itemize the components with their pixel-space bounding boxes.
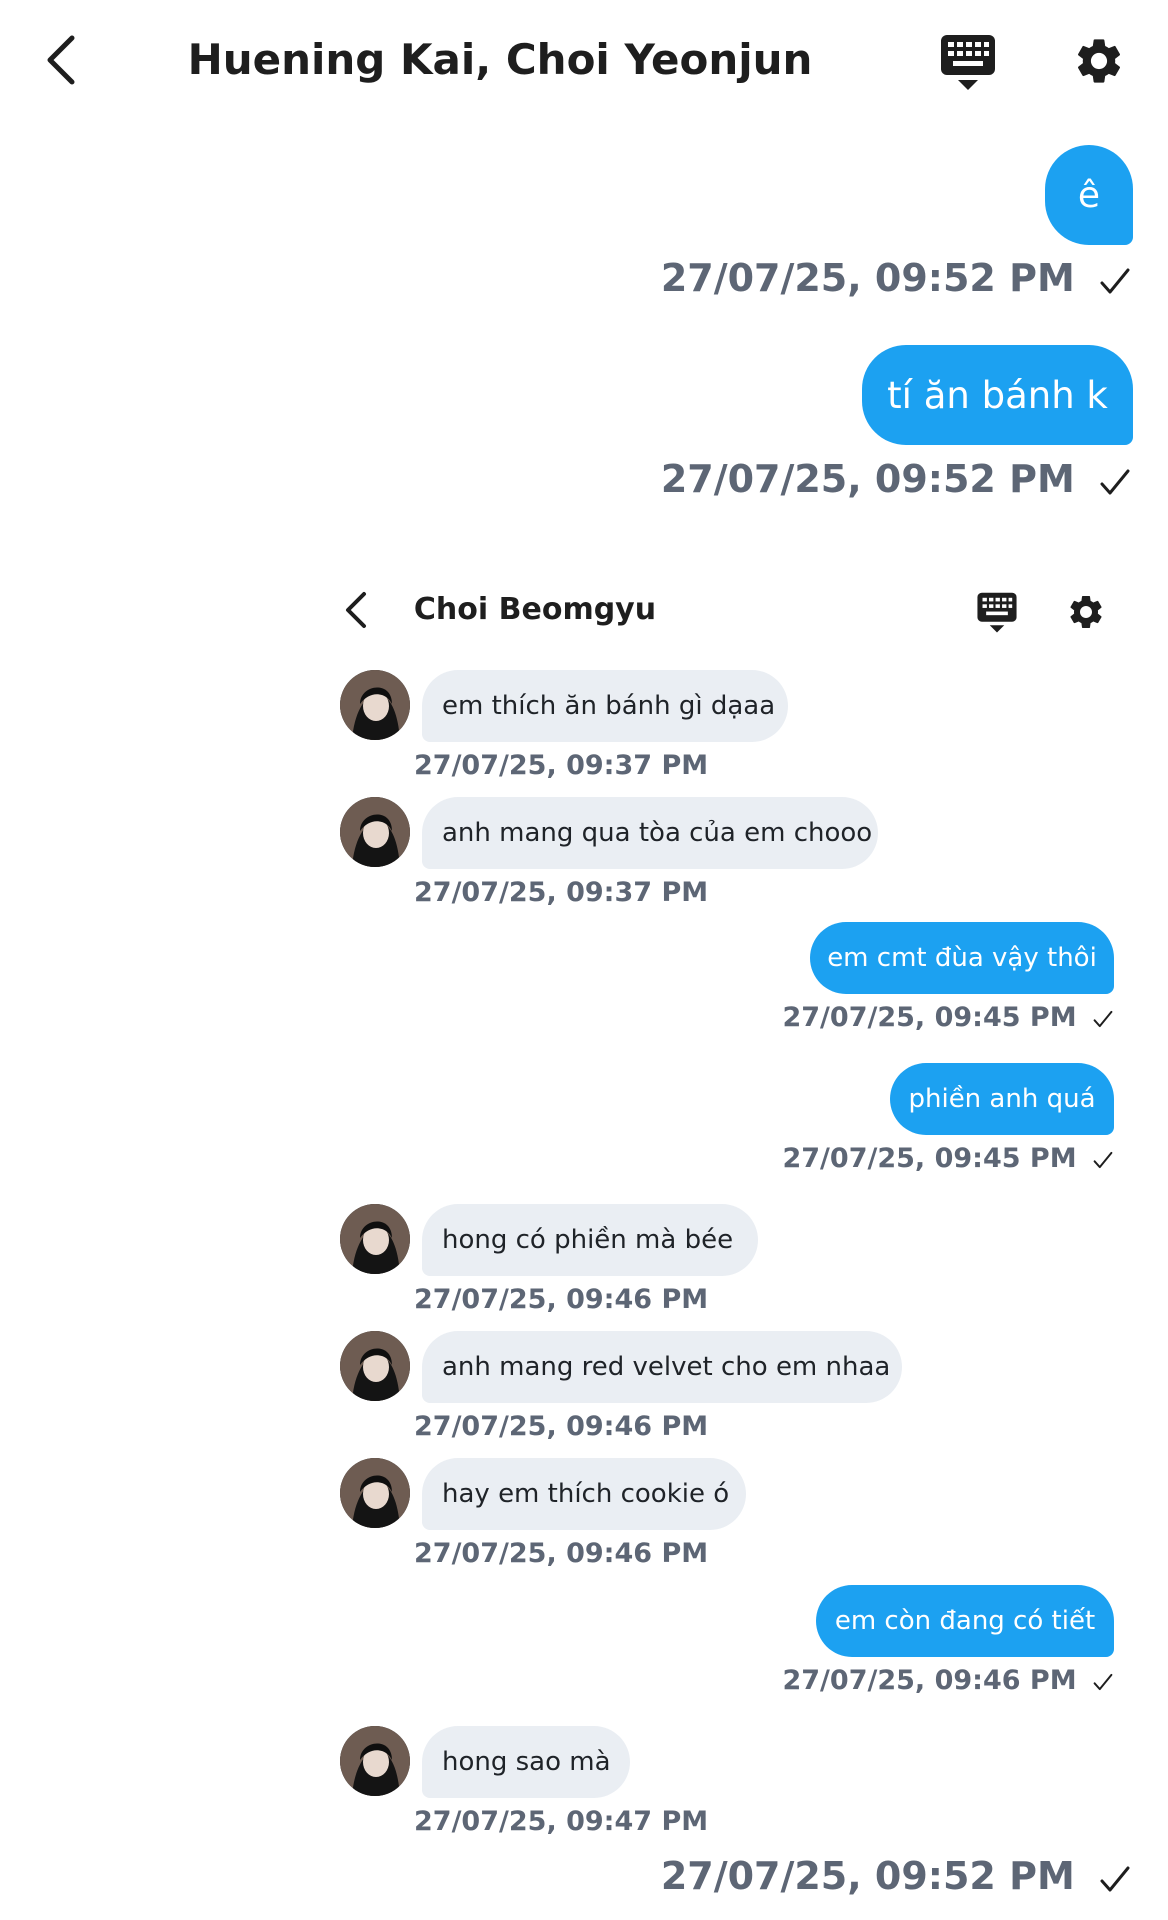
message-text: hong có phiền mà bée <box>442 1225 734 1255</box>
chat-header: Huening Kai, Choi Yeonjun <box>0 0 1168 120</box>
message-text: em còn đang có tiết <box>834 1606 1096 1636</box>
outgoing-message-bubble[interactable]: em còn đang có tiết <box>816 1585 1114 1657</box>
outgoing-message-bubble[interactable]: tí ăn bánh k <box>862 345 1133 445</box>
incoming-message-bubble[interactable]: anh mang qua tòa của em chooo <box>422 797 878 869</box>
read-checkmark-icon <box>1093 1151 1113 1168</box>
message-text: em thích ăn bánh gì dạaa <box>442 691 776 721</box>
timestamp-text: 27/07/25, 09:52 PM <box>660 1854 1075 1898</box>
message-timestamp: 27/07/25, 09:46 PM <box>710 1663 1114 1699</box>
read-checkmark-icon <box>1093 1010 1113 1027</box>
incoming-message-bubble[interactable]: em thích ăn bánh gì dạaa <box>422 670 788 742</box>
avatar <box>340 670 410 740</box>
timestamp-text: 27/07/25, 09:45 PM <box>782 1002 1077 1033</box>
settings-gear-icon[interactable] <box>1072 34 1126 88</box>
message-text: anh mang red velvet cho em nhaa <box>442 1352 891 1382</box>
avatar <box>340 1204 410 1274</box>
keyboard-icon <box>977 592 1017 633</box>
message-text: em cmt đùa vậy thôi <box>827 943 1097 973</box>
read-checkmark-icon <box>1100 1866 1130 1891</box>
incoming-message-bubble[interactable]: hong có phiền mà bée <box>422 1204 758 1276</box>
keyboard-icon[interactable] <box>940 34 996 92</box>
message-text: hong sao mà <box>442 1747 611 1777</box>
message-timestamp: 27/07/25, 09:46 PM <box>414 1538 709 1569</box>
message-timestamp: 27/07/25, 09:46 PM <box>414 1284 709 1315</box>
message-timestamp: 27/07/25, 09:45 PM <box>710 1000 1114 1036</box>
avatar <box>340 1726 410 1796</box>
outgoing-message-bubble[interactable]: phiền anh quá <box>890 1063 1114 1135</box>
message-timestamp: 27/07/25, 09:37 PM <box>414 877 709 908</box>
screenshot-conversation-title: Choi Beomgyu <box>413 592 657 627</box>
timestamp-text: 27/07/25, 09:52 PM <box>660 256 1075 300</box>
read-checkmark-icon <box>1100 268 1130 293</box>
message-text: ê <box>1077 174 1101 216</box>
timestamp-text: 27/07/25, 09:46 PM <box>782 1665 1077 1696</box>
message-timestamp: 27/07/25, 09:47 PM <box>414 1806 709 1837</box>
message-timestamp: 27/07/25, 09:45 PM <box>710 1141 1114 1177</box>
outgoing-message-bubble[interactable]: em cmt đùa vậy thôi <box>810 922 1114 994</box>
conversation-title: Huening Kai, Choi Yeonjun <box>187 35 813 84</box>
back-chevron-icon[interactable] <box>40 32 84 88</box>
avatar <box>340 1331 410 1401</box>
message-timestamp: 27/07/25, 09:52 PM <box>560 455 1132 503</box>
message-timestamp: 27/07/25, 09:46 PM <box>414 1411 709 1442</box>
message-text: phiền anh quá <box>908 1084 1096 1114</box>
avatar <box>340 1458 410 1528</box>
read-checkmark-icon <box>1100 469 1130 494</box>
shared-screenshot: Choi Beomgyu em thích ăn bánh gì dạaa 27… <box>330 570 1130 1840</box>
message-text: anh mang qua tòa của em chooo <box>442 818 873 848</box>
settings-gear-icon <box>1070 595 1102 628</box>
message-text: tí ăn bánh k <box>887 373 1108 417</box>
timestamp-text: 27/07/25, 09:52 PM <box>660 457 1075 501</box>
incoming-message-bubble[interactable]: anh mang red velvet cho em nhaa <box>422 1331 902 1403</box>
message-timestamp: 27/07/25, 09:52 PM <box>560 254 1132 302</box>
incoming-message-bubble[interactable]: hong sao mà <box>422 1726 630 1798</box>
timestamp-text: 27/07/25, 09:45 PM <box>782 1143 1077 1174</box>
message-timestamp: 27/07/25, 09:37 PM <box>414 750 709 781</box>
outgoing-message-bubble[interactable]: ê <box>1045 145 1133 245</box>
back-chevron-icon <box>346 592 366 628</box>
avatar <box>340 797 410 867</box>
read-checkmark-icon <box>1093 1673 1113 1690</box>
message-text: hay em thích cookie ó <box>442 1479 730 1509</box>
message-timestamp: 27/07/25, 09:52 PM <box>560 1852 1132 1900</box>
incoming-message-bubble[interactable]: hay em thích cookie ó <box>422 1458 746 1530</box>
